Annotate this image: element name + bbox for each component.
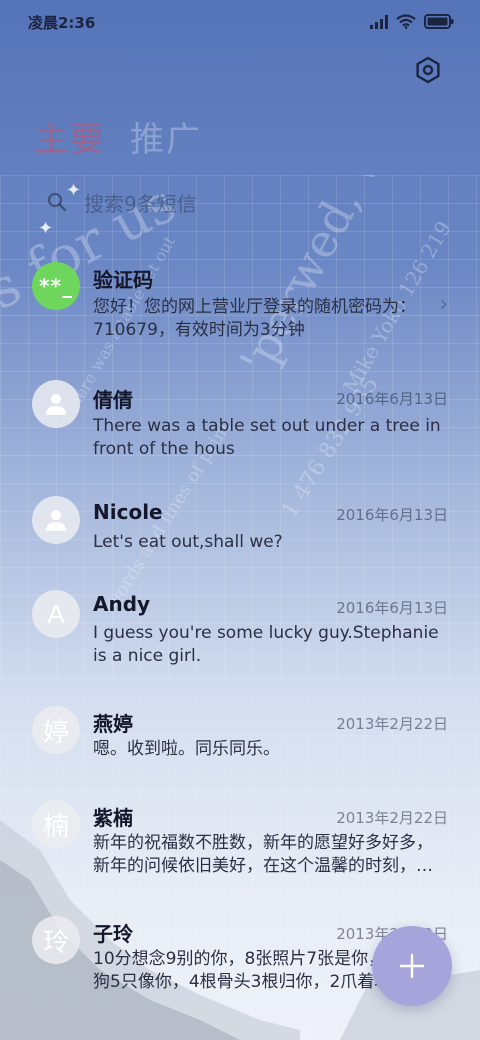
avatar-letter: 婷 bbox=[42, 716, 69, 747]
verification-code-icon: **_ bbox=[39, 274, 73, 298]
avatar: 楠 bbox=[32, 800, 80, 848]
message-date: 2013年2月22日 bbox=[336, 809, 448, 827]
status-time: 凌晨2:36 bbox=[28, 14, 96, 32]
avatar: 玲 bbox=[32, 916, 80, 964]
message-preview: 嗯。收到啦。同乐同乐。 bbox=[93, 739, 280, 759]
settings-gear-icon bbox=[416, 56, 440, 84]
message-preview: Let's eat out,shall we? bbox=[93, 532, 283, 552]
avatar bbox=[32, 380, 80, 428]
tab-main[interactable]: 主要 bbox=[34, 112, 106, 161]
message-preview: There was a table set out under a tree i… bbox=[93, 416, 441, 459]
status-bar: 凌晨2:36 bbox=[0, 0, 480, 44]
message-date: 2016年6月13日 bbox=[336, 390, 448, 408]
avatar bbox=[32, 496, 80, 544]
settings-button[interactable] bbox=[414, 56, 442, 84]
search-icon bbox=[47, 192, 67, 212]
tab-promotions[interactable]: 推广 bbox=[130, 112, 202, 161]
contact-name: 验证码 bbox=[93, 268, 153, 292]
message-row[interactable]: 倩倩 2016年6月13日 There was a table set out … bbox=[0, 368, 480, 478]
battery-icon bbox=[424, 14, 454, 29]
message-row[interactable]: 楠 紫楠 2013年2月22日 新年的祝福数不胜数，新年的愿望好多好多，新年的问… bbox=[0, 788, 480, 898]
person-icon bbox=[46, 394, 66, 415]
avatar-letter: 楠 bbox=[42, 810, 69, 841]
plus-icon bbox=[399, 953, 425, 979]
search-input[interactable]: 搜索9条短信 bbox=[84, 188, 197, 217]
message-date: 2016年6月13日 bbox=[336, 599, 448, 617]
avatar: **_ bbox=[32, 262, 80, 310]
message-preview: 您好！您的网上营业厅登录的随机密码为：710679，有效时间为3分钟 bbox=[93, 297, 416, 340]
avatar-letter: A bbox=[47, 598, 65, 629]
message-row[interactable]: **_ 验证码 › 您好！您的网上营业厅登录的随机密码为：710679，有效时间… bbox=[0, 248, 480, 358]
wifi-icon bbox=[396, 14, 416, 29]
contact-name: 子玲 bbox=[93, 922, 133, 946]
contact-name: Andy bbox=[93, 592, 151, 616]
contact-name: Nicole bbox=[93, 500, 163, 524]
message-preview: 新年的祝福数不胜数，新年的愿望好多好多，新年的问候依旧美好，在这个温馨的时刻，… bbox=[93, 833, 433, 876]
search-bar[interactable]: 搜索9条短信 bbox=[34, 180, 444, 224]
tab-bar: 主要 推广 bbox=[34, 112, 202, 161]
contact-name: 燕婷 bbox=[93, 712, 133, 736]
avatar: 婷 bbox=[32, 706, 80, 754]
avatar-letter: 玲 bbox=[42, 926, 69, 957]
message-date: 2013年2月22日 bbox=[336, 715, 448, 733]
avatar: A bbox=[32, 590, 80, 638]
signal-icon bbox=[370, 14, 388, 29]
status-icons bbox=[370, 14, 454, 29]
message-preview: I guess you're some lucky guy.Stephanie … bbox=[93, 623, 439, 666]
contact-name: 倩倩 bbox=[93, 388, 133, 412]
message-row[interactable]: A Andy 2016年6月13日 I guess you're some lu… bbox=[0, 578, 480, 688]
message-date: 2016年6月13日 bbox=[336, 506, 448, 524]
contact-name: 紫楠 bbox=[93, 806, 133, 830]
person-icon bbox=[46, 510, 66, 531]
new-message-button[interactable] bbox=[372, 926, 452, 1006]
